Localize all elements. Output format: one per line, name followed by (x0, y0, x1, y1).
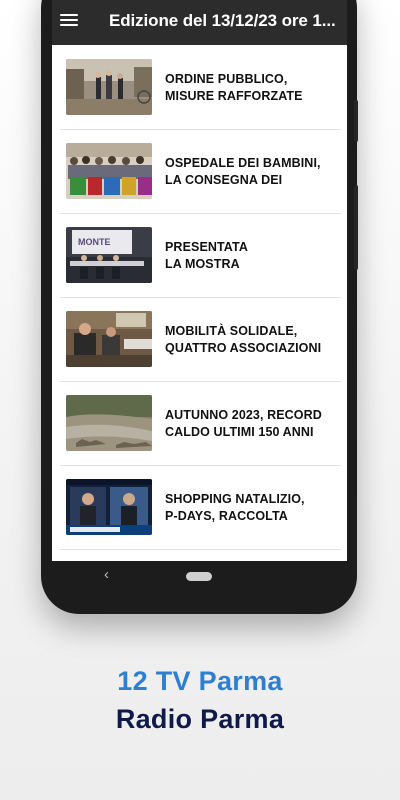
hamburger-menu-icon[interactable] (60, 13, 78, 27)
thumbnail-screen-text: MONTE (78, 237, 111, 247)
news-item[interactable]: MOBILITÀ SOLIDALE, QUATTRO ASSOCIAZIONI (60, 298, 341, 382)
back-icon[interactable]: ‹ (104, 566, 109, 583)
news-thumbnail (66, 143, 152, 199)
news-title: AUTUNNO 2023, RECORD CALDO ULTIMI 150 AN… (165, 407, 322, 439)
news-list: ORDINE PUBBLICO, MISURE RAFFORZATE OSPED… (60, 46, 341, 550)
app-bar: Edizione del 13/12/23 ore 1... (52, 0, 347, 45)
news-item[interactable]: SHOPPING NATALIZIO, P-DAYS, RACCOLTA (60, 466, 341, 550)
news-item[interactable]: OSPEDALE DEI BAMBINI, LA CONSEGNA DEI (60, 130, 341, 214)
news-thumbnail: MONTE (66, 227, 152, 283)
news-thumbnail (66, 311, 152, 367)
news-thumbnail (66, 59, 152, 115)
news-item[interactable]: AUTUNNO 2023, RECORD CALDO ULTIMI 150 AN… (60, 382, 341, 466)
volume-button (354, 100, 358, 142)
news-title: OSPEDALE DEI BAMBINI, LA CONSEGNA DEI (165, 155, 321, 187)
news-title: MOBILITÀ SOLIDALE, QUATTRO ASSOCIAZIONI (165, 323, 322, 355)
news-thumbnail (66, 395, 152, 451)
news-item[interactable]: ORDINE PUBBLICO, MISURE RAFFORZATE (60, 46, 341, 130)
brand-line-radio: Radio Parma (115, 704, 285, 734)
brand-line-12tv: 12 TV Parma (117, 666, 283, 696)
news-thumbnail (66, 479, 152, 535)
news-title: ORDINE PUBBLICO, MISURE RAFFORZATE (165, 71, 303, 103)
edition-title: Edizione del 13/12/23 ore 1... (109, 11, 336, 30)
home-pill-icon[interactable] (186, 572, 212, 581)
system-nav-bar: ‹ (52, 561, 347, 592)
news-title: PRESENTATA LA MOSTRA (165, 239, 248, 271)
phone-screen: Edizione del 13/12/23 ore 1... ORDINE PU… (52, 0, 347, 592)
news-title: SHOPPING NATALIZIO, P-DAYS, RACCOLTA (165, 491, 305, 523)
news-item[interactable]: MONTE PRESENTATA LA MOSTRA (60, 214, 341, 298)
power-button (354, 185, 358, 270)
